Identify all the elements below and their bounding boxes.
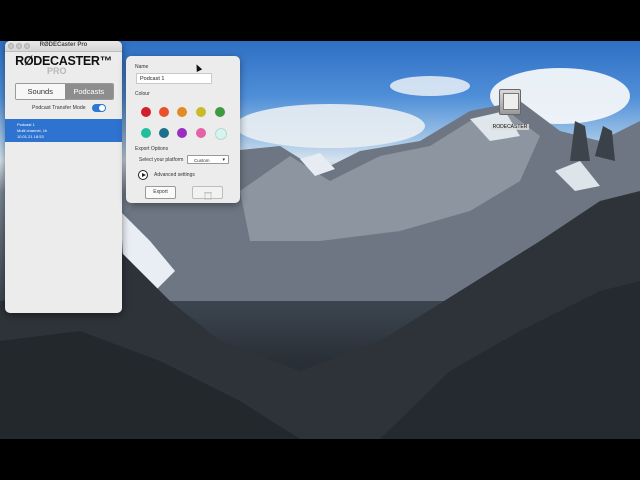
rodecaster-drive-icon[interactable]: RODECASTER (490, 89, 530, 133)
colour-swatch-green[interactable] (215, 107, 225, 117)
platform-label: Select your platform (139, 157, 184, 163)
colour-swatch-blue[interactable] (159, 128, 169, 138)
colour-swatch-orange[interactable] (177, 107, 187, 117)
podcast-list-item[interactable]: Podcast 1 Multi channel, 1h 10.01.21 18:… (5, 119, 122, 142)
rodecaster-logo: RØDECASTER™ PRO (5, 55, 122, 76)
external-drive-icon (499, 89, 521, 115)
name-label: Name (135, 64, 149, 70)
mode-segmented-control: Sounds Podcasts (15, 83, 114, 100)
window-title: RØDECaster Pro (39, 42, 88, 48)
colour-swatch-orange-red[interactable] (159, 107, 169, 117)
podcast-name-input[interactable]: Podcast 1 (136, 73, 212, 84)
chevron-down-icon: ▾ (222, 157, 225, 163)
colour-swatch-yellow[interactable] (196, 107, 206, 117)
transfer-mode-row: Podcast Transfer Mode (32, 104, 106, 112)
advanced-settings-play-icon[interactable] (138, 170, 148, 180)
export-options-label: Export Options (135, 146, 169, 152)
sounds-tab[interactable]: Sounds (16, 84, 65, 99)
export-button[interactable]: Export (145, 186, 176, 199)
podcast-item-date: 10.01.21 18:53 (17, 134, 44, 139)
platform-select[interactable]: Custom ▾ (187, 155, 229, 164)
transfer-mode-toggle[interactable] (91, 104, 106, 112)
drive-label: RODECASTER (490, 124, 530, 130)
delete-button[interactable] (192, 186, 223, 201)
colour-swatch-teal[interactable] (141, 128, 151, 138)
transfer-mode-label: Podcast Transfer Mode (32, 105, 86, 111)
rodecaster-main-window: RØDECaster Pro RØDECASTER™ PRO Sounds Po… (5, 41, 122, 313)
window-titlebar[interactable]: RØDECaster Pro (5, 41, 122, 52)
logo-pro-text: PRO (47, 66, 67, 76)
platform-select-value: Custom (194, 158, 210, 163)
colour-label: Colour (135, 91, 150, 97)
colour-swatch-pink[interactable] (196, 128, 206, 138)
advanced-settings-label[interactable]: Advanced settings (154, 172, 195, 178)
colour-swatch-red[interactable] (141, 107, 151, 117)
podcast-detail-panel: Name Podcast 1 Colour Export Options Sel… (126, 56, 240, 203)
colour-swatch-purple[interactable] (177, 128, 187, 138)
colour-swatch-mint[interactable] (215, 128, 227, 140)
podcasts-tab[interactable]: Podcasts (64, 84, 113, 99)
trash-icon (203, 192, 212, 201)
